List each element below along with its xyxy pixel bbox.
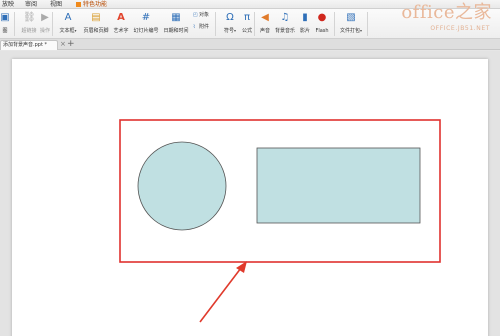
picture-icon: ▣ (0, 12, 10, 23)
date-time-icon: ▦ (171, 12, 181, 23)
header-footer-icon: ▤ (91, 12, 101, 23)
file-package-button[interactable]: ▧ 文件打包▾ (336, 11, 366, 37)
action-icon: ▶ (41, 12, 49, 23)
textbox-label: 文本框▾ (59, 28, 77, 34)
sound-icon: ◀ (261, 12, 269, 23)
ribbon-separator (367, 12, 368, 36)
chevron-down-icon: ▾ (360, 28, 363, 33)
attachment-label: 附件 (199, 24, 210, 30)
menu-item-slideshow[interactable]: 放映 (2, 0, 14, 9)
close-icon[interactable]: × (60, 40, 66, 49)
object-button[interactable]: ◰对象 (193, 12, 209, 18)
flash-button[interactable]: ● Flash (309, 11, 335, 37)
flash-label: Flash (315, 28, 329, 34)
wordart-icon: A (117, 12, 125, 23)
slide-number-label: 幻灯片编号 (133, 28, 159, 34)
file-package-icon: ▧ (346, 12, 356, 23)
document-tab-label: 添加背景声音.ppt * (3, 42, 47, 48)
watermark-title: office之家 (401, 2, 492, 23)
slide[interactable] (12, 59, 488, 336)
object-label: 对象 (199, 12, 210, 18)
textbox-icon: A (64, 12, 72, 23)
special-features-icon (76, 2, 81, 7)
date-time-button[interactable]: ▦ 日期和时间 (163, 11, 189, 37)
slide-number-icon: # (141, 12, 151, 23)
file-package-label: 文件打包▾ (339, 28, 363, 34)
chevron-down-icon: ▾ (74, 28, 77, 33)
document-tab-bar: 添加背景声音.ppt * × + (0, 39, 500, 50)
menu-item-review[interactable]: 审阅 (25, 0, 37, 9)
document-tab[interactable]: 添加背景声音.ppt * (0, 40, 58, 50)
menu-item-special-features[interactable]: 特色功能 (83, 0, 107, 9)
menu-item-view[interactable]: 视图 (50, 0, 62, 9)
watermark: office之家 OFFICE.JB51.NET (396, 2, 492, 38)
slide-number-button[interactable]: # 幻灯片编号 (133, 11, 159, 37)
textbox-button[interactable]: A 文本框▾ (55, 11, 81, 37)
flash-icon: ● (317, 12, 327, 23)
background-music-icon: ♫ (280, 12, 290, 23)
editing-canvas (0, 51, 500, 336)
attachment-button[interactable]: ⌇ 附件 (193, 24, 209, 30)
add-tab-icon[interactable]: + (67, 39, 75, 49)
date-time-label: 日期和时间 (163, 28, 189, 34)
watermark-subtitle: OFFICE.JB51.NET (430, 25, 490, 32)
